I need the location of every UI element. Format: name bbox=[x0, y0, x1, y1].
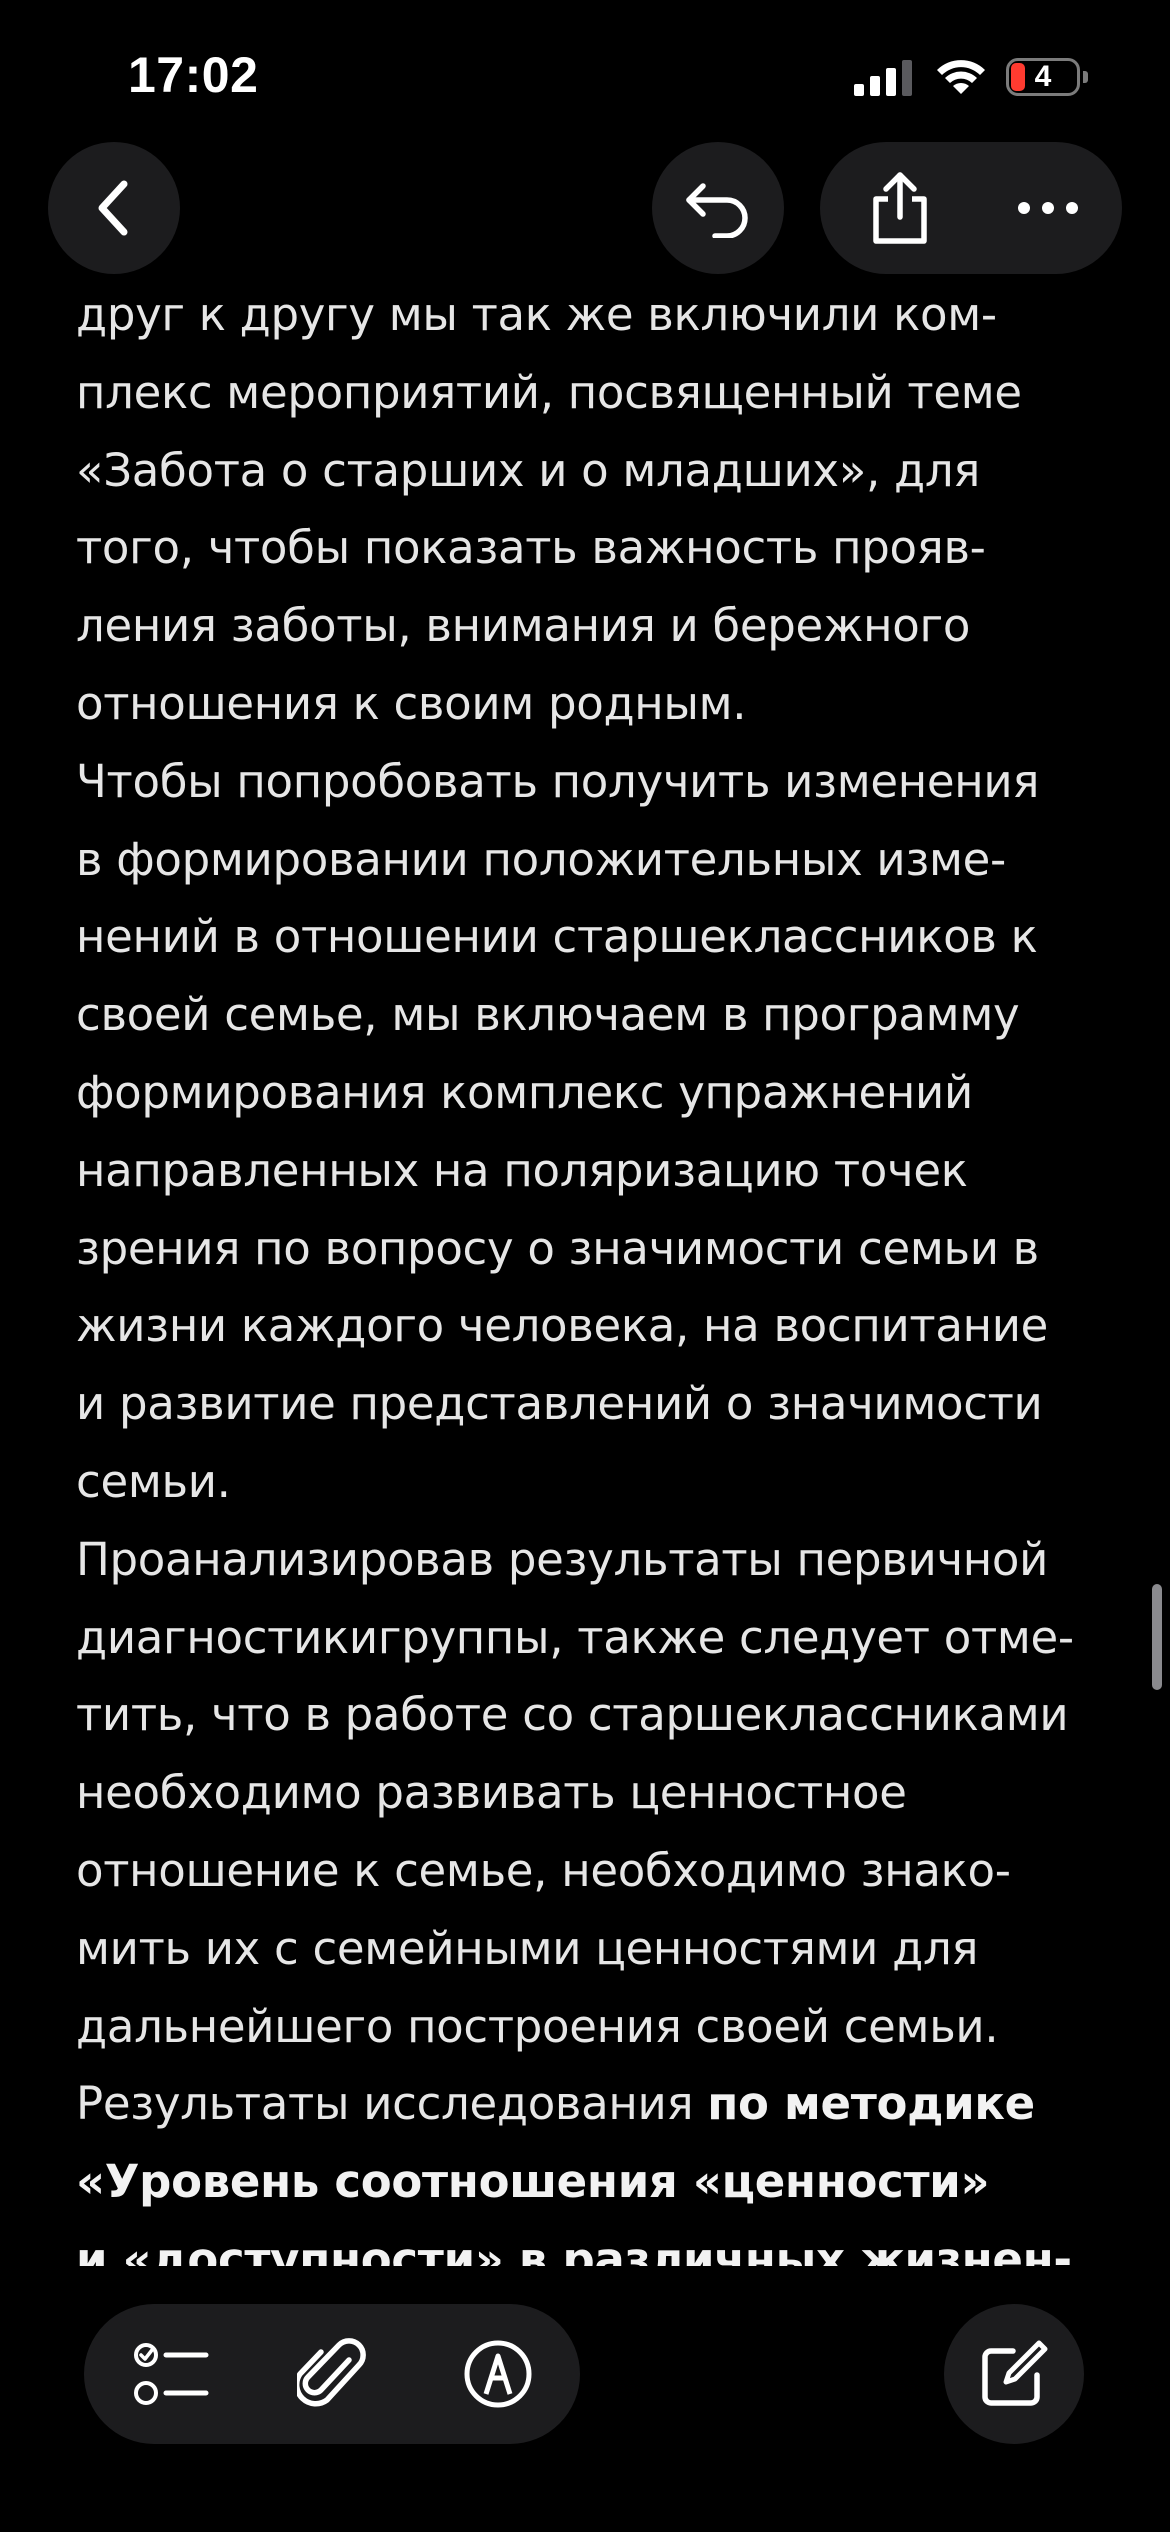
battery-icon: 4 bbox=[1006, 58, 1090, 98]
scroll-indicator[interactable] bbox=[1152, 1584, 1162, 1690]
compose-icon bbox=[982, 2340, 1048, 2406]
more-icon bbox=[1018, 202, 1078, 214]
method-title-line: и «доступности» в различных жизнен- bbox=[76, 2232, 1072, 2266]
status-bar: 17:02 4 bbox=[0, 0, 1170, 150]
note-line: в формировании положительных изме- bbox=[76, 832, 1006, 886]
results-line: Результаты исследования по методике bbox=[76, 2065, 1116, 2143]
note-line: жизни каждого человека, на воспитание bbox=[76, 1299, 1049, 1353]
note-line: формирования комплекс упражнений bbox=[76, 1065, 973, 1119]
undo-icon bbox=[686, 183, 748, 238]
share-icon bbox=[873, 172, 927, 244]
note-line: отношение к семье, необходимо знако- bbox=[76, 1843, 1011, 1897]
markup-button[interactable] bbox=[438, 2304, 558, 2444]
compose-button[interactable] bbox=[944, 2304, 1084, 2444]
battery-level: 4 bbox=[1034, 60, 1052, 93]
note-line: Проанализировав результаты первичной bbox=[76, 1532, 1049, 1586]
note-line: мить их с семейными ценностями для bbox=[76, 1921, 979, 1975]
checklist-icon bbox=[134, 2343, 209, 2405]
paperclip-icon bbox=[297, 2338, 366, 2407]
note-line: и развитие представлений о значимости bbox=[76, 1377, 1043, 1431]
note-line: «Забота о старших и о младших», для bbox=[76, 443, 981, 497]
results-bold-text: по методике bbox=[707, 2077, 1035, 2131]
signal-icon bbox=[854, 60, 912, 96]
note-line: тить, что в работе со старшеклассниками bbox=[76, 1688, 1069, 1742]
note-body[interactable]: друг к другу мы так же включили ком- пле… bbox=[76, 276, 1116, 2266]
note-line: отношения к своим родным. bbox=[76, 676, 747, 730]
note-line: направленных на поляризацию точек bbox=[76, 1143, 968, 1197]
markup-icon bbox=[464, 2340, 532, 2408]
note-line: Чтобы попробовать получить изменения bbox=[76, 754, 1040, 808]
chevron-left-icon bbox=[98, 180, 128, 236]
bottom-toolbar bbox=[84, 2304, 580, 2444]
method-title-line: «Уровень соотношения «ценности» bbox=[76, 2155, 990, 2209]
wifi-icon bbox=[937, 60, 985, 94]
note-line: нений в отношении старшеклассников к bbox=[76, 910, 1038, 964]
battery-cap bbox=[1083, 71, 1088, 83]
checklist-button[interactable] bbox=[112, 2304, 232, 2444]
note-line: дальнейшего построения своей семьи. bbox=[76, 1999, 999, 2053]
note-line: своей семье, мы включаем в программу bbox=[76, 988, 1020, 1042]
note-line: друг к другу мы так же включили ком- bbox=[76, 288, 997, 341]
back-button[interactable] bbox=[48, 142, 180, 274]
note-line: ления заботы, внимания и бережного bbox=[76, 599, 971, 653]
undo-button[interactable] bbox=[652, 142, 784, 274]
note-line: необходимо развивать ценностное bbox=[76, 1766, 907, 1820]
share-button[interactable] bbox=[840, 142, 960, 274]
note-line: плекс мероприятий, посвященный теме bbox=[76, 365, 1022, 419]
note-line: семьи. bbox=[76, 1454, 231, 1508]
share-more-group bbox=[820, 142, 1122, 274]
note-line: зрения по вопросу о значимости семьи в bbox=[76, 1221, 1039, 1275]
note-line: того, чтобы показать важность прояв- bbox=[76, 521, 986, 575]
note-line: диагностикигруппы, также следует отме- bbox=[76, 1610, 1074, 1664]
results-plain-text: Результаты исследования bbox=[76, 2077, 708, 2131]
status-time: 17:02 bbox=[128, 47, 259, 103]
more-button[interactable] bbox=[988, 142, 1108, 274]
attach-button[interactable] bbox=[272, 2304, 392, 2444]
